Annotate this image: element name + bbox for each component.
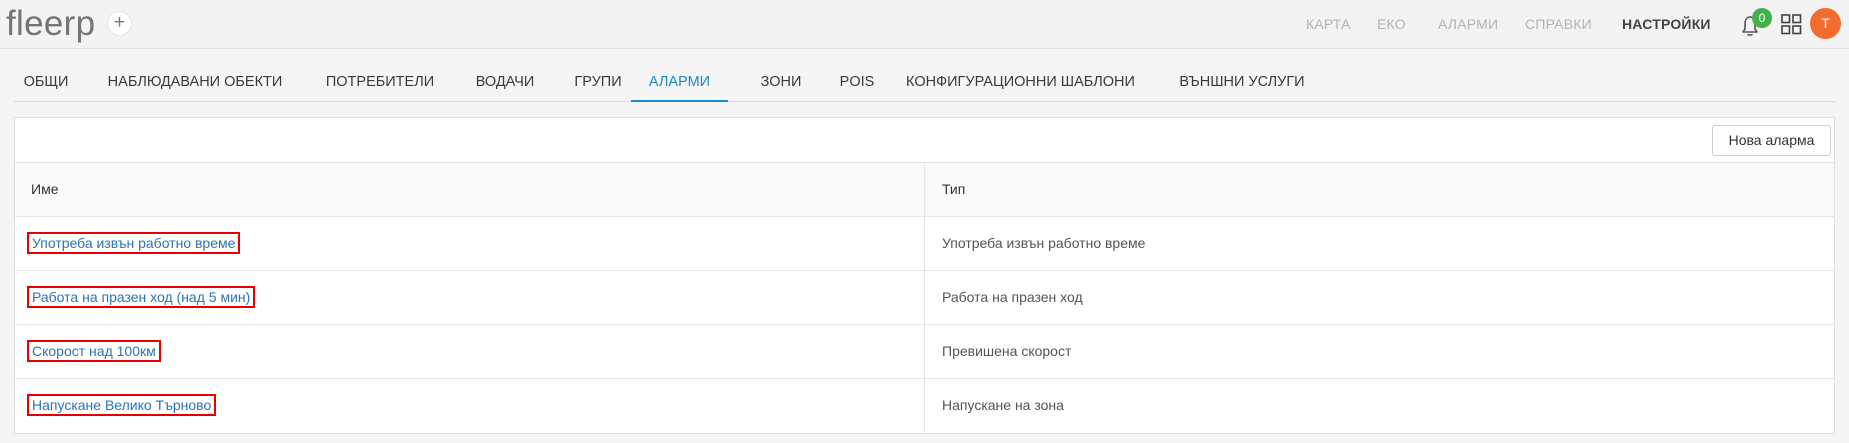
alarm-name-link[interactable]: Работа на празен ход (над 5 мин) [27,286,256,308]
alarm-type-cell: Работа на празен ход [942,289,1083,305]
tab-monitored-objects[interactable]: НАБЛЮДАВАНИ ОБЕКТИ [100,60,290,102]
alarm-name-cell: Скорост над 100км [15,325,925,378]
settings-tabs: ОБЩИ НАБЛЮДАВАНИ ОБЕКТИ ПОТРЕБИТЕЛИ ВОДА… [14,60,1835,102]
alarm-name-link[interactable]: Напускане Велико Търново [27,394,217,416]
alarm-name-cell: Употреба извън работно време [15,217,925,270]
alarm-name-cell: Работа на празен ход (над 5 мин) [15,271,925,324]
alarm-name-link[interactable]: Скорост над 100км [27,340,161,362]
table-row: Употреба извън работно време Употреба из… [15,217,1834,271]
column-header-name[interactable]: Име [15,163,925,216]
top-bar: fleerp + КАРТА ЕКО АЛАРМИ СПРАВКИ НАСТРО… [0,0,1849,49]
tab-config-templates[interactable]: КОНФИГУРАЦИОННИ ШАБЛОНИ [897,60,1144,102]
panel-toolbar: Нова аларма [15,118,1834,163]
alarm-name-link[interactable]: Употреба извън работно време [27,232,241,254]
table-row: Работа на празен ход (над 5 мин) Работа … [15,271,1834,325]
add-icon[interactable]: + [107,11,132,36]
tab-pois[interactable]: POIS [824,60,890,102]
new-alarm-button[interactable]: Нова аларма [1712,125,1831,156]
user-avatar[interactable]: T [1810,8,1841,39]
alarm-name-cell: Напускане Велико Търново [15,379,925,432]
topnav-item-reports[interactable]: СПРАВКИ [1525,16,1592,32]
tab-users[interactable]: ПОТРЕБИТЕЛИ [311,60,449,102]
tab-zones[interactable]: ЗОНИ [746,60,816,102]
app-logo[interactable]: fleerp [6,2,95,46]
topnav-item-alarms[interactable]: АЛАРМИ [1438,16,1498,32]
topnav-item-map[interactable]: КАРТА [1306,16,1351,32]
alarm-type-cell: Превишена скорост [942,343,1072,359]
tab-external-services[interactable]: ВЪНШНИ УСЛУГИ [1160,60,1324,102]
alarm-type-cell: Напускане на зона [942,397,1064,413]
tab-general[interactable]: ОБЩИ [14,60,78,102]
alarms-panel: Нова аларма Име Тип Употреба извън работ… [14,117,1835,434]
topnav-item-settings[interactable]: НАСТРОЙКИ [1622,16,1711,32]
table-header-row: Име Тип [15,163,1834,217]
tab-groups[interactable]: ГРУПИ [562,60,634,102]
tab-drivers[interactable]: ВОДАЧИ [465,60,545,102]
tab-alarms[interactable]: АЛАРМИ [631,60,728,102]
table-row: Напускане Велико Търново Напускане на зо… [15,379,1834,433]
column-header-type[interactable]: Тип [925,163,1834,216]
topnav-item-eco[interactable]: ЕКО [1377,16,1406,32]
table-row: Скорост над 100км Превишена скорост [15,325,1834,379]
apps-grid-icon[interactable] [1781,14,1802,35]
alarm-type-cell: Употреба извън работно време [942,235,1146,251]
notification-count-badge[interactable]: 0 [1752,8,1772,28]
